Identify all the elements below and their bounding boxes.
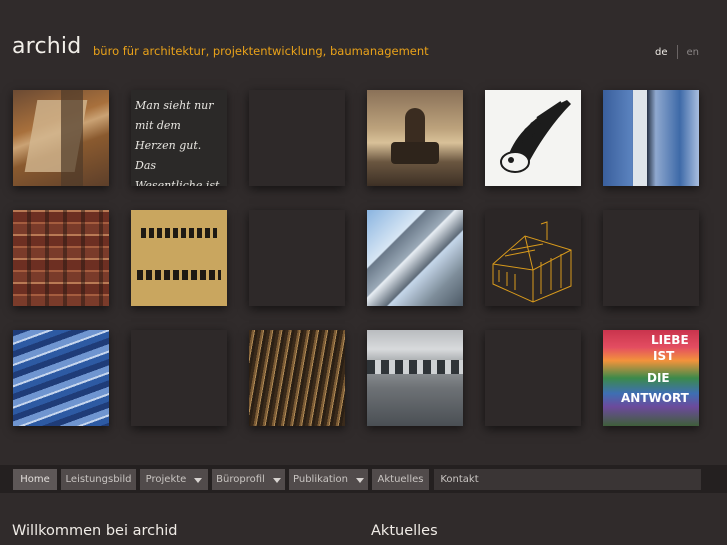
- stairs-word: LIEBE: [651, 333, 689, 347]
- nav-leistungsbild[interactable]: Leistungsbild: [61, 469, 136, 490]
- language-en-link[interactable]: en: [687, 47, 700, 58]
- project-tile-bricks[interactable]: [13, 90, 109, 186]
- nav-label: Kontakt: [440, 474, 479, 485]
- site-tagline: büro für architektur, projektentwicklung…: [93, 44, 429, 58]
- nav-label: Home: [20, 474, 50, 485]
- project-image-grid: Man sieht nur mit dem Herzen gut. Das We…: [13, 90, 699, 430]
- project-tile-house-drawing[interactable]: [485, 210, 581, 306]
- welcome-heading: Willkommen bei archid: [12, 523, 178, 539]
- nav-label: Leistungsbild: [65, 474, 132, 485]
- project-tile-painted-stairs[interactable]: LIEBE IST DIE ANTWORT: [603, 330, 699, 426]
- language-de-link[interactable]: de: [655, 47, 668, 58]
- nav-label: Publikation: [293, 474, 348, 485]
- project-tile-glass-facade[interactable]: [603, 90, 699, 186]
- nav-publikation[interactable]: Publikation: [289, 469, 368, 490]
- project-tile-blue-building[interactable]: [13, 330, 109, 426]
- chevron-down-icon: [272, 477, 281, 483]
- chalkboard-text: Man sieht nur mit dem Herzen gut. Das We…: [135, 99, 220, 186]
- nav-projekte[interactable]: Projekte: [140, 469, 208, 490]
- project-tile-empty: [485, 330, 581, 426]
- project-tile-buddha[interactable]: [367, 90, 463, 186]
- project-tile-fish-skeleton[interactable]: [485, 90, 581, 186]
- site-logo-text[interactable]: archid: [12, 34, 81, 59]
- nav-label: Aktuelles: [377, 474, 424, 485]
- nav-aktuelles[interactable]: Aktuelles: [372, 469, 429, 490]
- project-tile-empty: [249, 210, 345, 306]
- stairs-word: DIE: [647, 371, 670, 385]
- nav-bueroprofil[interactable]: Büroprofil: [212, 469, 285, 490]
- nav-label: Projekte: [145, 474, 187, 485]
- project-tile-wood-texture[interactable]: [249, 330, 345, 426]
- project-tile-empty: [131, 330, 227, 426]
- language-divider: [676, 45, 678, 59]
- project-tile-chalkboard[interactable]: Man sieht nur mit dem Herzen gut. Das We…: [131, 90, 227, 186]
- nav-kontakt[interactable]: Kontakt: [434, 469, 485, 490]
- project-tile-steel-beams[interactable]: [367, 210, 463, 306]
- language-switcher: de en: [655, 45, 699, 59]
- nav-home[interactable]: Home: [13, 469, 57, 490]
- project-tile-brick-wall[interactable]: [13, 210, 109, 306]
- project-tile-empty: [249, 90, 345, 186]
- project-tile-empty: [603, 210, 699, 306]
- chevron-down-icon: [356, 477, 364, 483]
- stairs-word: IST: [653, 349, 675, 363]
- chevron-down-icon: [194, 477, 203, 483]
- nav-label: Büroprofil: [216, 474, 265, 485]
- stairs-word: ANTWORT: [621, 391, 689, 405]
- project-tile-concrete-facade[interactable]: [367, 330, 463, 426]
- project-tile-gold-relief[interactable]: [131, 210, 227, 306]
- news-heading: Aktuelles: [371, 523, 438, 539]
